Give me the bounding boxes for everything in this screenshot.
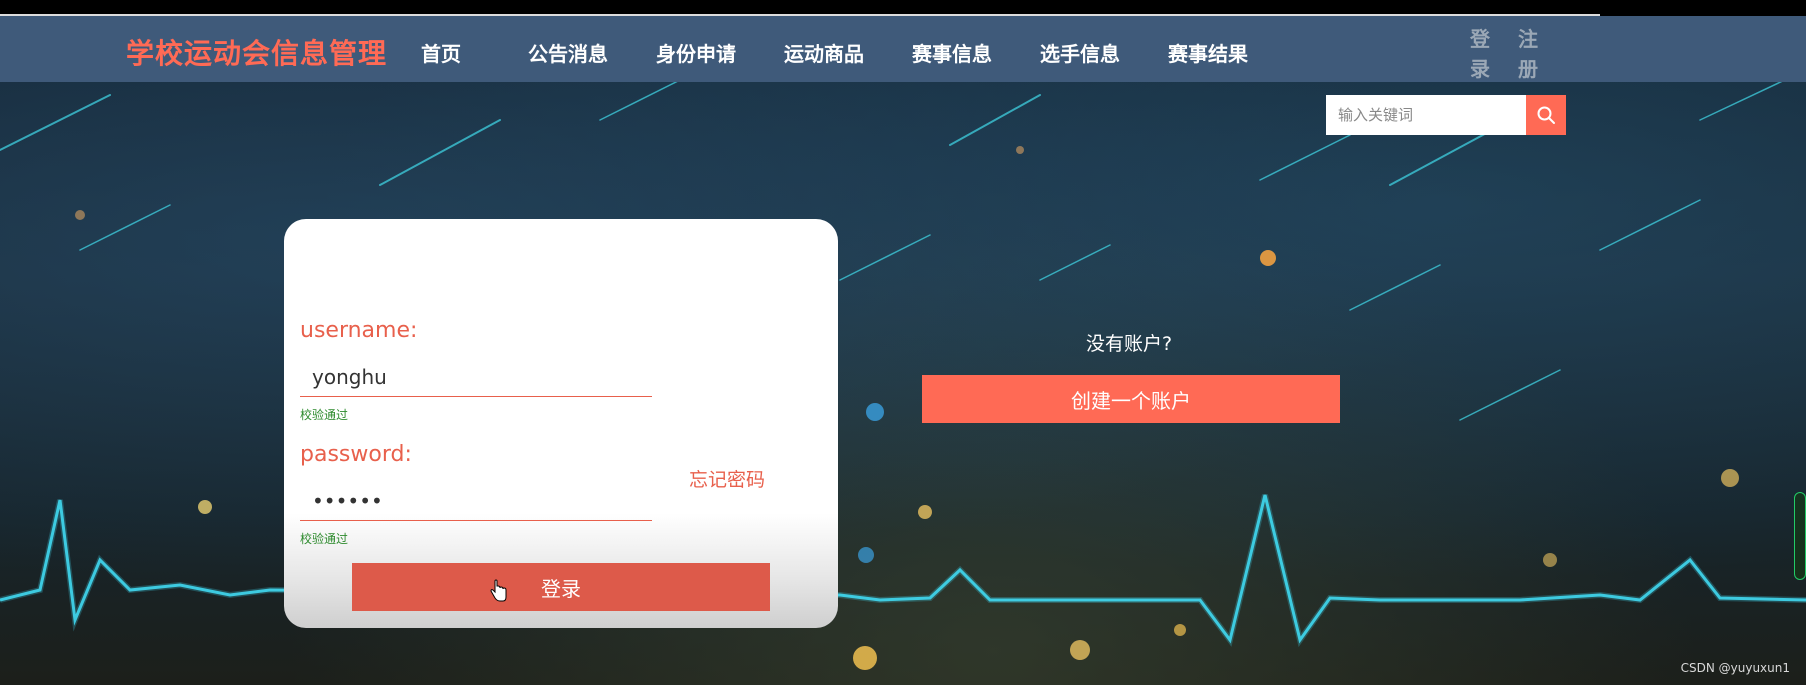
nav-sports-products[interactable]: 运动商品	[784, 38, 864, 67]
login-link-char-1: 登	[1470, 27, 1490, 51]
username-label: username:	[300, 318, 418, 343]
password-hint: 校验通过	[300, 532, 349, 546]
navbar: 学校运动会信息管理 首页 公告消息 身份申请 运动商品 赛事信息 选手信息 赛事…	[0, 16, 1806, 82]
register-link-char-1: 注	[1518, 27, 1538, 51]
forgot-password-link[interactable]: 忘记密码	[689, 465, 765, 492]
login-button[interactable]: 登录	[352, 563, 770, 611]
nav-announcements[interactable]: 公告消息	[528, 38, 608, 67]
nav-event-results[interactable]: 赛事结果	[1168, 38, 1248, 67]
watermark: CSDN @yuyuxun1	[1680, 661, 1790, 675]
register-link-char-2: 册	[1518, 57, 1538, 81]
create-account-button[interactable]: 创建一个账户	[922, 375, 1340, 423]
search-input[interactable]	[1326, 95, 1526, 135]
search-icon	[1537, 106, 1555, 124]
no-account-prompt: 没有账户?	[1086, 333, 1173, 355]
brand-title[interactable]: 学校运动会信息管理	[126, 32, 387, 72]
search-bar	[1326, 95, 1566, 135]
scroll-indicator[interactable]	[1794, 492, 1806, 580]
nav-event-info[interactable]: 赛事信息	[912, 38, 992, 67]
login-link-char-2: 录	[1470, 57, 1490, 81]
nav-home[interactable]: 首页	[421, 38, 461, 67]
nav-player-info[interactable]: 选手信息	[1040, 38, 1120, 67]
password-input[interactable]	[300, 481, 652, 521]
top-strip	[0, 0, 1806, 16]
search-button[interactable]	[1526, 95, 1566, 135]
hand-cursor-icon	[490, 579, 507, 602]
nav-identity-application[interactable]: 身份申请	[656, 38, 736, 67]
register-link[interactable]: 注 册	[1515, 24, 1541, 84]
login-link[interactable]: 登 录	[1467, 24, 1493, 84]
password-label: password:	[300, 442, 412, 467]
login-card: username: 校验通过 password: 校验通过 忘记密码 登录	[284, 219, 838, 628]
username-hint: 校验通过	[300, 408, 349, 422]
username-input[interactable]	[300, 357, 652, 397]
